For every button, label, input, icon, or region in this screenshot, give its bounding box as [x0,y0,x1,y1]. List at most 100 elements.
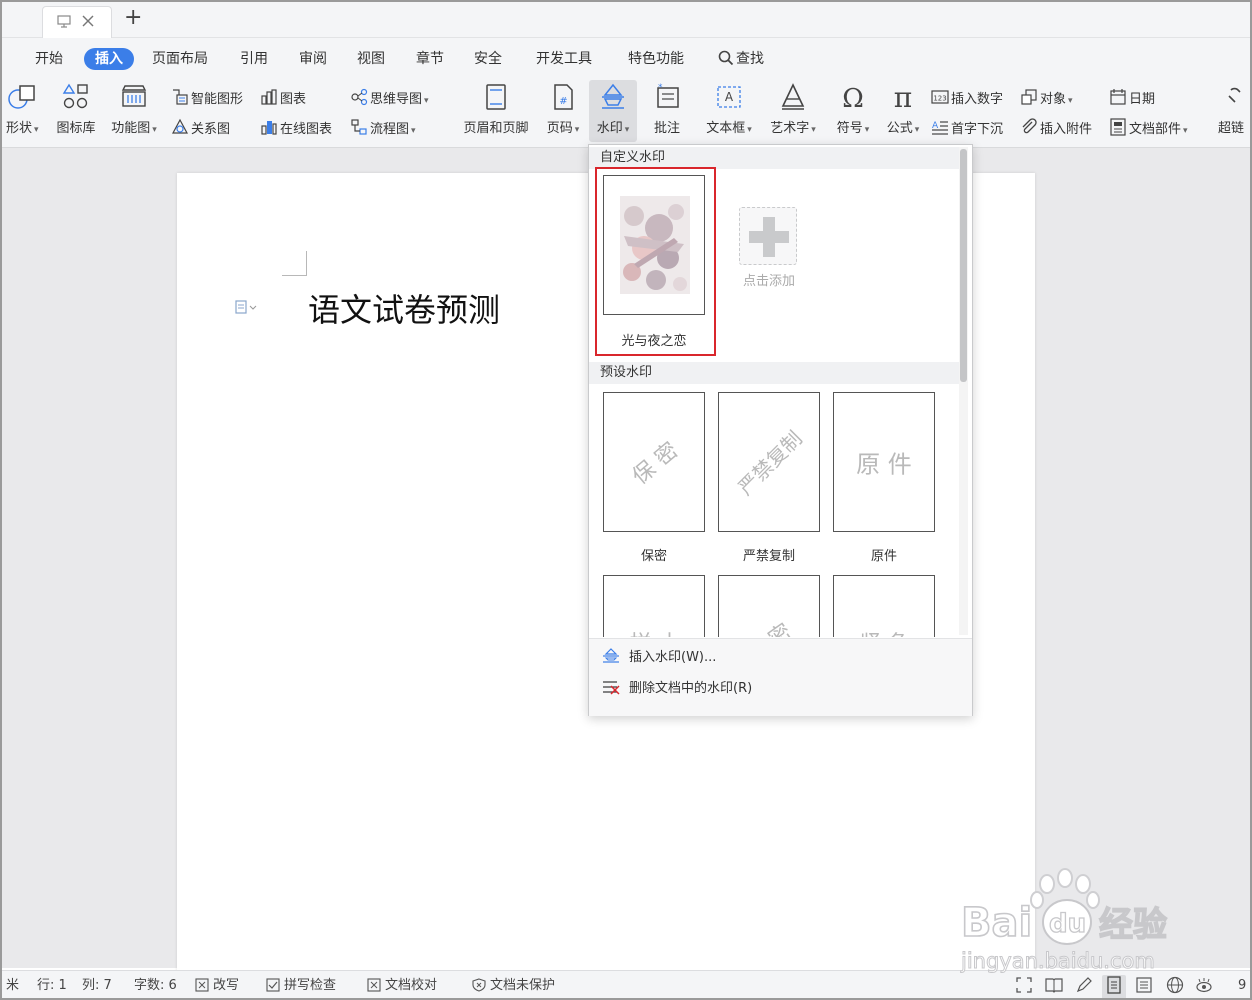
preset-confidential[interactable]: 保 密 [603,392,705,532]
word-art-button[interactable]: 艺术字 ▾ [764,80,822,142]
document-tab[interactable] [42,6,112,38]
menu-bar: 开始 插入 页面布局 引用 审阅 视图 章节 安全 开发工具 特色功能 查找 [2,38,1250,78]
dropdown-scrollbar-thumb[interactable] [960,149,967,382]
spell-check-button[interactable]: 拼写检查 [266,977,336,995]
date-label: 日期 [1129,92,1156,107]
zoom-fragment[interactable]: 9 [1238,977,1246,995]
tab-page-layout[interactable]: 页面布局 [152,48,208,70]
preset-confidential-label: 保密 [640,549,667,564]
title-bar: + [2,2,1250,38]
document-title[interactable]: 语文试卷预测 [308,285,500,331]
doc-protect-button[interactable]: 文档未保护 [472,977,555,995]
status-row: 行: 1 [37,978,67,993]
symbol-button[interactable]: Ω 符号 ▾ [830,80,876,142]
text-box-button[interactable]: A 文本框 ▾ [699,80,759,142]
drop-cap-icon: A [932,121,948,135]
search-button[interactable]: 查找 [718,48,764,70]
preset-original-text: 原 件 [856,450,912,479]
relation-chart-button[interactable]: 关系图 [171,118,230,139]
smart-art-button[interactable]: 智能图形 [171,88,243,109]
custom-watermark-thumbnail[interactable] [603,175,705,315]
insert-watermark-item[interactable]: 插入水印(W)... [601,648,716,670]
preset-sample[interactable]: 样 本 [603,575,705,637]
shape-button[interactable]: 形状 ▾ [2,80,42,142]
online-chart-button[interactable]: 在线图表 [260,118,332,139]
tab-features[interactable]: 特色功能 [628,48,684,70]
preset-original[interactable]: 原 件 [833,392,935,532]
tab-references[interactable]: 引用 [240,48,268,70]
monitor-icon[interactable] [57,14,71,33]
icon-library-button[interactable]: 图标库 [52,80,100,142]
mind-map-label: 思维导图 [370,92,423,107]
tab-chapter[interactable]: 章节 [416,48,444,70]
doc-proof-icon [367,978,381,992]
function-chart-label: 功能图 [111,121,151,136]
hyperlink-label: 超链 [1218,121,1245,136]
comment-button[interactable]: * 批注 [643,80,691,142]
close-tab-icon[interactable] [81,14,95,33]
add-watermark-button[interactable] [739,207,797,265]
insert-number-button[interactable]: 123 插入数字 [931,88,1003,109]
shape-label: 形状 [6,121,33,136]
icon-library-label: 图标库 [56,121,96,136]
doc-parts-button[interactable]: 文档部件 ▾ [1109,118,1188,140]
svg-text:π: π [894,82,912,112]
preset-watermark-header: 预设水印 [589,362,959,384]
watermark-button[interactable]: 水印 ▾ [589,80,637,142]
revise-toggle[interactable]: 改写 [195,977,239,995]
ribbon-toolbar: 形状 ▾ 图标库 功能图 ▾ 智能图形 关系图 图表 在线图表 思维导图 ▾ 流程图 ▾… [2,78,1250,148]
drop-cap-button[interactable]: A 首字下沉 [931,118,1003,139]
tab-start[interactable]: 开始 [35,48,63,70]
eye-protection-icon[interactable] [1194,975,1214,998]
chart-button[interactable]: 图表 [260,88,306,109]
preset-sample-text: 样 本 [630,626,681,637]
tab-insert[interactable]: 插入 [84,48,134,70]
chart-label: 图表 [280,92,307,107]
hyperlink-button[interactable]: 超链 [1214,80,1250,142]
svg-text:Ω: Ω [842,84,864,112]
svg-text:du: du [1049,909,1086,939]
function-chart-icon [121,85,147,107]
word-art-icon [781,83,805,110]
remove-watermark-icon [603,681,620,695]
tab-view[interactable]: 视图 [357,48,385,70]
mind-map-button[interactable]: 思维导图 ▾ [350,88,429,110]
tab-security[interactable]: 安全 [474,48,502,70]
preset-row-2: 样 本 密 紧 急 [589,575,959,637]
date-button[interactable]: 日期 [1109,88,1155,109]
online-chart-icon [261,121,277,135]
preset-no-copy[interactable]: 严禁复制 [718,392,820,532]
preset-urgent[interactable]: 紧 急 [833,575,935,637]
formula-button[interactable]: π 公式 ▾ [880,80,926,142]
preset-confidential-text: 保 密 [628,437,684,490]
search-icon [718,50,734,66]
flow-chart-button[interactable]: 流程图 ▾ [350,118,416,140]
paragraph-handle-icon[interactable] [235,300,257,317]
function-chart-button[interactable]: 功能图 ▾ [106,80,162,142]
text-box-label: 文本框 [706,121,746,136]
object-icon [1021,89,1037,105]
attachment-label: 插入附件 [1040,122,1093,137]
remove-watermark-item[interactable]: 删除文档中的水印(R) [601,679,752,701]
new-tab-button[interactable]: + [124,5,142,31]
tab-review[interactable]: 审阅 [299,48,327,70]
calendar-icon [1110,89,1126,105]
header-footer-icon [486,84,506,110]
formula-label: 公式 [886,121,913,136]
preset-original-label: 原件 [870,549,897,564]
tab-developer[interactable]: 开发工具 [536,48,592,70]
preset-secret[interactable]: 密 [718,575,820,637]
status-word-count[interactable]: 字数: 6 [134,977,177,995]
text-box-icon: A [717,86,741,108]
page-number-label: 页码 [546,121,573,136]
attachment-button[interactable]: 插入附件 [1020,118,1092,139]
header-footer-button[interactable]: 页眉和页脚 [457,80,535,142]
insert-number-label: 插入数字 [951,92,1004,107]
doc-proof-button[interactable]: 文档校对 [367,977,437,995]
object-button[interactable]: 对象 ▾ [1020,88,1073,110]
word-art-label: 艺术字 [770,121,810,136]
online-chart-label: 在线图表 [280,122,333,137]
object-label: 对象 [1040,92,1067,107]
page-number-button[interactable]: # 页码 ▾ [541,80,585,142]
svg-text:#: # [559,96,567,107]
